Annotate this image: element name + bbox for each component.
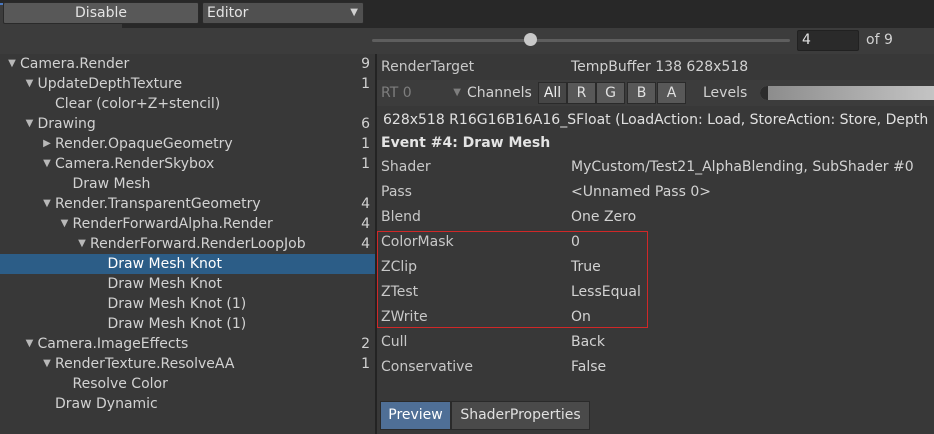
tree-item-label: Resolve Color [72,376,168,392]
tree-item[interactable]: ▶ Render.OpaqueGeometry 1 [0,134,375,154]
channel-b-button[interactable]: B [627,82,656,104]
tree-item[interactable]: Clear (color+Z+stencil) [0,94,375,114]
tree-item[interactable]: ▼ Camera.ImageEffects 2 [0,334,375,354]
tree-item-label: RenderTexture.ResolveAA [55,356,235,372]
tree-item-count: 6 [361,116,370,132]
event-slider-track[interactable] [372,39,790,42]
levels-slider[interactable] [760,86,934,100]
expand-down-icon[interactable]: ▼ [59,214,71,234]
property-label: Pass [381,184,412,200]
tree-item-label: Drawing [37,116,96,132]
target-dropdown-label: Editor [207,5,249,21]
tree-item[interactable]: ▼ Camera.Render 9 [0,54,375,74]
tree-item-count: 1 [361,136,370,152]
tree-item-label: Render.TransparentGeometry [55,196,261,212]
tree-item-label: Render.OpaqueGeometry [55,136,233,152]
tree-item-label: Clear (color+Z+stencil) [55,96,221,112]
tree-item-label: Camera.RenderSkybox [55,156,215,172]
render-target-label: RenderTarget [381,59,475,75]
property-label: Conservative [381,359,474,375]
tab-shader-properties[interactable]: ShaderProperties [451,401,590,430]
property-value: One Zero [571,209,637,225]
tree-item-label: Camera.ImageEffects [37,336,189,352]
property-label: Shader [381,159,431,175]
expand-down-icon[interactable]: ▼ [76,234,88,254]
collapse-right-icon[interactable]: ▶ [41,134,53,154]
tab-preview[interactable]: Preview [380,401,451,430]
tree-item-label: RenderForward.RenderLoopJob [90,236,306,252]
property-label: Cull [381,334,408,350]
tree-item[interactable]: Draw Mesh Knot [0,254,375,274]
levels-label: Levels [703,85,748,101]
tree-item[interactable]: ▼ UpdateDepthTexture 1 [0,74,375,94]
channel-r-button[interactable]: R [567,82,596,104]
tree-item-count: 4 [361,216,370,232]
rt-dropdown[interactable]: RT 0 ▼ [380,82,463,104]
property-label: Blend [381,209,421,225]
expand-down-icon[interactable]: ▼ [41,154,53,174]
event-index-input[interactable]: 4 [797,30,859,51]
expand-down-icon[interactable]: ▼ [24,334,36,354]
tree-item-label: Camera.Render [20,56,130,72]
event-title: Event #4: Draw Mesh [381,135,551,151]
tree-item[interactable]: ▼ Drawing 6 [0,114,375,134]
disable-button[interactable]: Disable [3,2,199,24]
tree-item[interactable]: Draw Mesh Knot [0,274,375,294]
property-value: MyCustom/Test21_AlphaBlending, SubShader… [571,159,914,175]
chevron-down-icon: ▼ [350,7,358,18]
channel-g-button[interactable]: G [596,82,625,104]
tree-item-count: 2 [361,336,370,352]
channel-a-button[interactable]: A [657,82,686,104]
tree-item[interactable]: ▼ RenderForwardAlpha.Render 4 [0,214,375,234]
highlight-annotation-box [377,231,648,328]
tree-item[interactable]: Resolve Color [0,374,375,394]
expand-down-icon[interactable]: ▼ [24,74,36,94]
rt-dropdown-label: RT 0 [381,85,412,101]
tree-item-count: 4 [361,236,370,252]
tree-item-label: Draw Mesh Knot (1) [107,316,247,332]
tree-item[interactable]: ▼ RenderForward.RenderLoopJob 4 [0,234,375,254]
property-value: False [571,359,607,375]
channel-all-button[interactable]: All [538,82,567,104]
tree-item-label: Draw Dynamic [55,396,158,412]
tree-item[interactable]: Draw Mesh Knot (1) [0,314,375,334]
tree-item-label: UpdateDepthTexture [37,76,183,92]
chevron-down-icon: ▼ [453,87,461,98]
tree-item[interactable]: Draw Mesh Knot (1) [0,294,375,314]
expand-down-icon[interactable]: ▼ [6,54,18,74]
property-value: Back [571,334,605,350]
tree-item-label: Draw Mesh Knot (1) [107,296,247,312]
levels-slider-handle[interactable] [760,86,768,100]
tree-item-count: 1 [361,76,370,92]
tree-item[interactable]: Draw Mesh [0,174,375,194]
tree-item-count: 1 [361,356,370,372]
render-target-format: 628x518 R16G16B16A16_SFloat (LoadAction:… [383,112,929,128]
expand-down-icon[interactable]: ▼ [41,354,53,374]
tree-item[interactable]: Draw Dynamic [0,394,375,414]
render-target-value: TempBuffer 138 628x518 [571,59,749,75]
event-total-label: of 9 [866,32,893,48]
tree-item[interactable]: ▼ Camera.RenderSkybox 1 [0,154,375,174]
tree-item-label: Draw Mesh Knot [107,276,222,292]
tree-item-count: 1 [361,156,370,172]
tree-item[interactable]: ▼ RenderTexture.ResolveAA 1 [0,354,375,374]
property-value: <Unnamed Pass 0> [571,184,711,200]
expand-down-icon[interactable]: ▼ [41,194,53,214]
target-dropdown[interactable]: Editor ▼ [202,2,364,24]
tree-item-label: Draw Mesh [72,176,151,192]
tree-item-label: RenderForwardAlpha.Render [72,216,273,232]
tree-item-count: 9 [361,56,370,72]
tree-item-label: Draw Mesh Knot [107,256,222,272]
channels-label: Channels [467,85,532,101]
expand-down-icon[interactable]: ▼ [24,114,36,134]
tree-item[interactable]: ▼ Render.TransparentGeometry 4 [0,194,375,214]
event-tree: ▼ Camera.Render 9 ▼ UpdateDepthTexture 1 Clear… [0,54,375,434]
tree-item-count: 4 [361,196,370,212]
event-slider-handle[interactable] [524,33,537,46]
